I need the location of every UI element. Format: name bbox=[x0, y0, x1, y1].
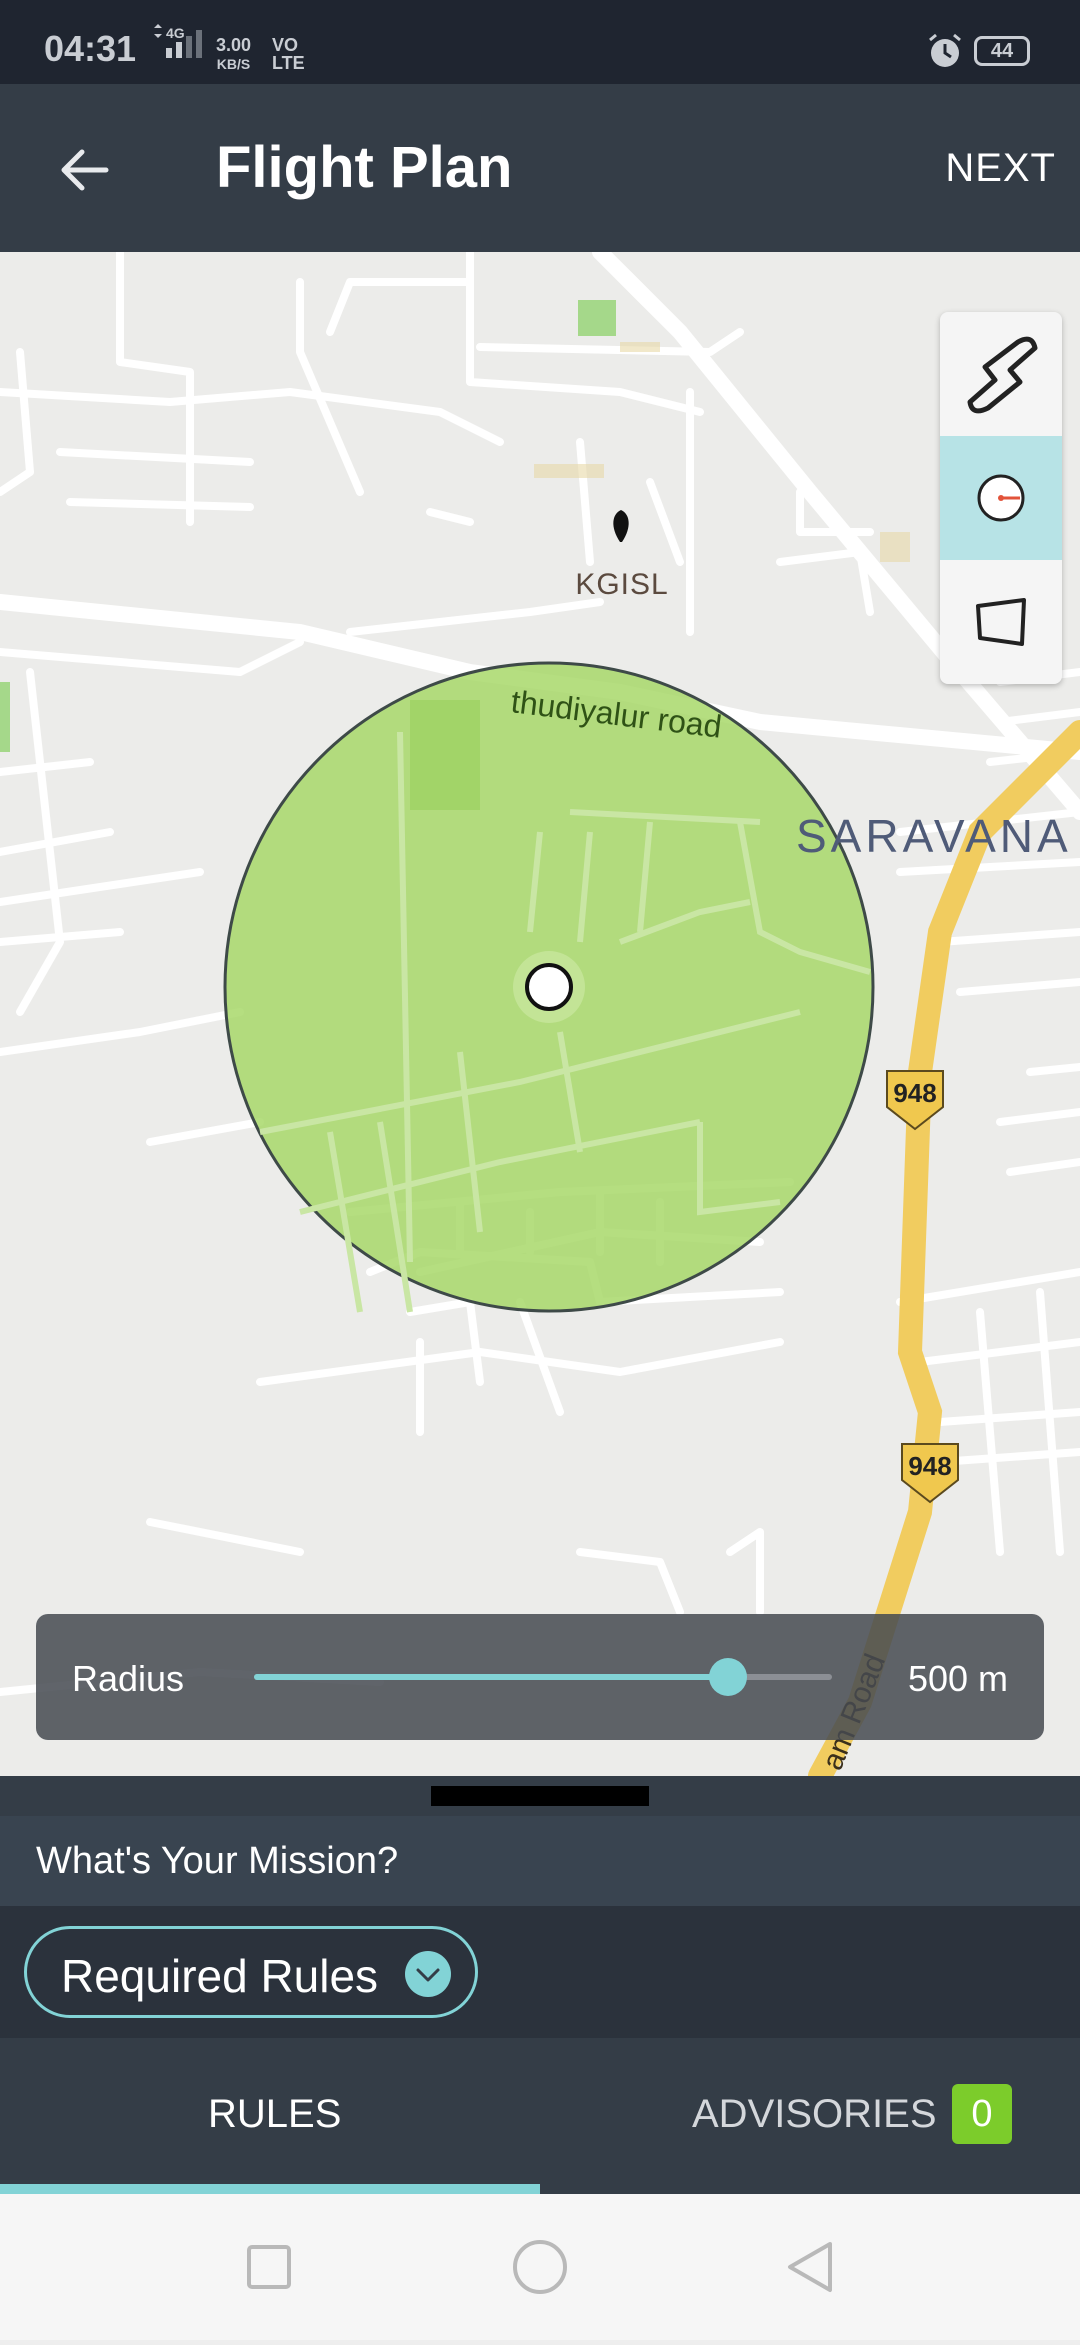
status-time: 04:31 bbox=[44, 28, 137, 69]
circle-tool-button[interactable] bbox=[940, 436, 1062, 560]
mission-header: What's Your Mission? bbox=[0, 1816, 1080, 1906]
advisories-count-badge: 0 bbox=[952, 2084, 1012, 2144]
map-view[interactable]: KGISL thudiyalur road SARAVANA 948 948 a… bbox=[0, 252, 1080, 1776]
path-tool-button[interactable] bbox=[940, 312, 1062, 436]
volte-bottom: LTE bbox=[272, 53, 305, 73]
radius-slider-thumb[interactable] bbox=[708, 1658, 747, 1696]
tab-rules[interactable]: RULES bbox=[0, 2038, 540, 2194]
data-speed-value: 3.00 bbox=[216, 35, 252, 55]
chevron-down-icon bbox=[405, 1951, 451, 1997]
highway-shield-label: 948 bbox=[893, 1078, 936, 1108]
volte-top: VO bbox=[272, 35, 299, 55]
mission-prompt: What's Your Mission? bbox=[36, 1840, 399, 1882]
highway-shield-label-2: 948 bbox=[908, 1451, 951, 1481]
path-icon bbox=[967, 336, 1038, 414]
tab-bar: RULES ADVISORIES 0 bbox=[0, 2038, 1080, 2194]
polygon-icon bbox=[976, 598, 1026, 646]
bottom-sheet: What's Your Mission? Required Rules RULE… bbox=[0, 1776, 1080, 2194]
battery-indicator: 44 bbox=[974, 36, 1030, 66]
page-title: Flight Plan bbox=[216, 135, 513, 200]
data-speed-unit: KB/S bbox=[216, 56, 251, 72]
circle-radius-icon bbox=[977, 474, 1025, 522]
tab-advisories[interactable]: ADVISORIES 0 bbox=[540, 2038, 1080, 2194]
draw-tools bbox=[940, 312, 1062, 684]
home-icon bbox=[513, 2240, 567, 2294]
app-bar: Flight Plan NEXT bbox=[0, 84, 1080, 252]
tab-advisories-label: ADVISORIES bbox=[692, 2092, 937, 2136]
alarm-icon bbox=[926, 32, 964, 75]
poi-label: KGISL bbox=[575, 568, 668, 601]
sheet-drag-handle[interactable] bbox=[431, 1786, 649, 1806]
recents-icon bbox=[247, 2245, 291, 2289]
required-rules-dropdown[interactable]: Required Rules bbox=[24, 1926, 478, 2018]
tab-rules-label: RULES bbox=[208, 2092, 342, 2136]
radius-label: Radius bbox=[72, 1658, 185, 1699]
center-handle bbox=[525, 963, 573, 1011]
required-rules-label: Required Rules bbox=[61, 1950, 379, 2002]
polygon-tool-button[interactable] bbox=[940, 560, 1062, 684]
map-canvas: KGISL thudiyalur road SARAVANA 948 948 a… bbox=[0, 252, 1080, 1776]
network-type: 4G bbox=[166, 25, 185, 41]
back-nav-icon bbox=[788, 2242, 832, 2292]
tab-active-indicator bbox=[0, 2184, 540, 2194]
status-bar: 04:31 4G 3.00 KB/S VO LTE 44 bbox=[0, 0, 1080, 84]
radius-slider-fill bbox=[254, 1674, 728, 1680]
arrow-left-icon bbox=[61, 149, 109, 191]
radius-panel: Radius 500 m bbox=[36, 1614, 1044, 1740]
system-nav-bar bbox=[0, 2194, 1080, 2340]
back-button[interactable] bbox=[56, 142, 112, 198]
volte-indicator: VO LTE bbox=[272, 36, 305, 72]
next-button[interactable]: NEXT bbox=[945, 146, 1056, 191]
data-speed: 3.00 KB/S bbox=[216, 36, 251, 73]
area-label: SARAVANA bbox=[796, 810, 1072, 862]
rules-filter-area: Required Rules bbox=[0, 1906, 1080, 2038]
radius-value: 500 m bbox=[907, 1658, 1008, 1699]
radius-slider[interactable] bbox=[254, 1658, 832, 1696]
